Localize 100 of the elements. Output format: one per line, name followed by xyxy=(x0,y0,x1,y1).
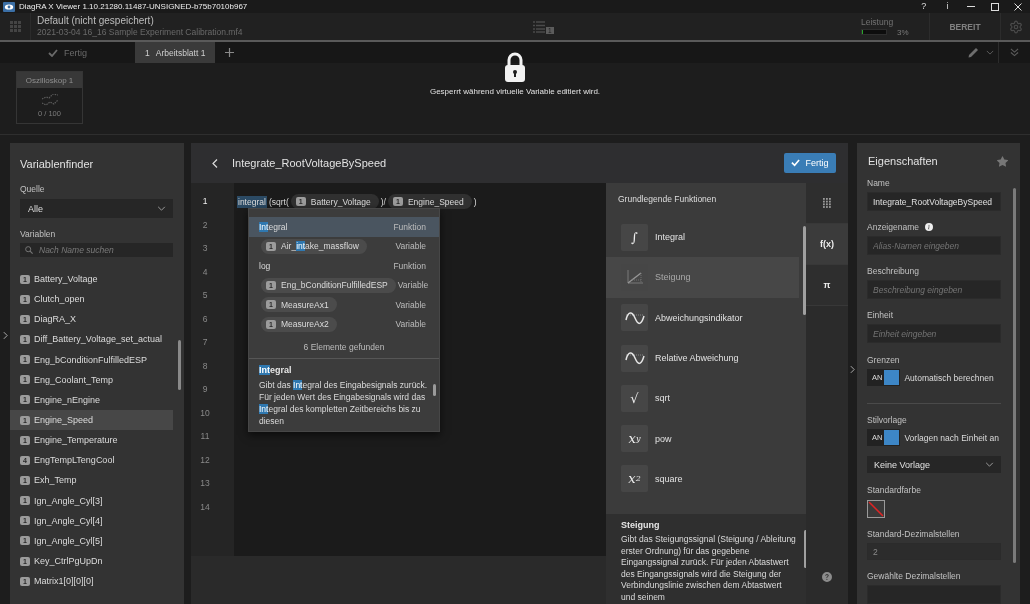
function-item[interactable]: Relative Abweichung xyxy=(606,337,799,379)
variable-name: Eng_bConditionFulfilledESP xyxy=(281,280,388,291)
window-button[interactable]: ? xyxy=(921,1,927,12)
chevron-right-icon[interactable] xyxy=(850,365,855,374)
chevron-right-icon[interactable] xyxy=(2,331,8,340)
chevron-down-icon xyxy=(985,462,994,467)
template-dropdown[interactable]: Keine Vorlage xyxy=(867,456,1001,473)
window-button[interactable]: i xyxy=(946,1,949,12)
line-number: 9 xyxy=(201,383,209,396)
text-field[interactable]: Einheit eingeben xyxy=(867,324,1001,343)
window-title: DiagRA X Viewer 1.10.21280.11487-UNSIGNED-b75b7010b967 xyxy=(19,2,248,11)
toggle-label: Vorlagen nach Einheit an xyxy=(904,432,999,443)
scrollbar-thumb[interactable] xyxy=(1013,188,1016,563)
done-button[interactable]: Fertig xyxy=(784,153,836,173)
help-icon[interactable] xyxy=(822,572,832,582)
line-number: 4 xyxy=(201,265,209,279)
check-icon xyxy=(791,159,801,167)
wave-icon xyxy=(621,304,648,332)
settings-icon[interactable] xyxy=(1008,19,1023,34)
variable-name: MeasureAx2 xyxy=(281,319,329,330)
scrollbar-thumb[interactable] xyxy=(803,226,806,315)
status-label: BEREIT xyxy=(949,21,981,32)
chevron-down-icon xyxy=(157,206,166,211)
variable-name: Battery_Voltage xyxy=(310,196,371,207)
description-title: Steigung xyxy=(621,519,661,531)
close-icon[interactable] xyxy=(1014,2,1023,11)
check-icon xyxy=(48,48,58,57)
code-text: )/ xyxy=(380,195,386,208)
category-tab[interactable]: f(x) xyxy=(806,224,848,265)
function-symbol: x$^{2}$ xyxy=(621,465,648,493)
code-text: (sqrt( xyxy=(268,195,289,208)
line-number: 3 xyxy=(201,242,209,255)
text-field[interactable]: Integrate_RootVoltageBySpeed xyxy=(867,192,1001,211)
scrollbar-thumb[interactable] xyxy=(433,384,436,396)
line-number: 10 xyxy=(199,406,211,420)
function-item[interactable]: Steigung xyxy=(606,257,799,298)
function-item[interactable]: Abweichungsindikator xyxy=(606,297,799,338)
info-icon[interactable] xyxy=(925,223,933,231)
lock-message: Gesperrt während virtuelle Variable editiert wird. xyxy=(429,87,601,96)
description-text: Gibt das Steigungssignal (Steigung / Ableitung erster Ordnung) für das gegebene Eingangssignal zurück. Für jeden Abtastwert des Eingangssignals wird die Steigung der Verbindungslinie zwischen dem Abtastwert und seinem xyxy=(621,534,797,604)
field-label: Anzeigename xyxy=(867,222,919,232)
field-label: Standardfarbe xyxy=(867,485,921,495)
switch-knob[interactable] xyxy=(884,430,900,445)
pencil-icon[interactable] xyxy=(968,47,979,58)
function-item[interactable]: x$^{y}$ pow xyxy=(606,418,799,459)
performance-label: Leistung xyxy=(861,16,895,27)
maximize-icon[interactable] xyxy=(990,2,999,11)
line-number: 5 xyxy=(201,289,209,302)
code-function: integral xyxy=(237,195,267,208)
switch-knob[interactable] xyxy=(884,370,900,385)
scrollbar-thumb[interactable] xyxy=(178,340,181,390)
result-count: 6 Elemente gefunden xyxy=(302,341,386,354)
editor-title: Integrate_RootVoltageBySpeed xyxy=(232,157,387,169)
color-swatch[interactable] xyxy=(867,500,885,518)
suggestion-item[interactable]: log Funktion xyxy=(249,256,439,276)
wave-icon xyxy=(621,344,648,372)
panel-title: Eigenschaften xyxy=(868,155,938,167)
text-field[interactable]: Alias-Namen eingeben xyxy=(867,236,1001,255)
function-item[interactable]: x$^{2}$ square xyxy=(606,458,799,500)
variable-name: MeasureAx1 xyxy=(281,299,329,310)
list-icon[interactable] xyxy=(533,20,545,33)
line-number: 6 xyxy=(201,312,209,326)
line-number: 1 xyxy=(201,195,209,208)
chart-line-icon xyxy=(41,93,58,106)
section-title: Grundlegende Funktionen xyxy=(617,193,718,206)
toggle-label: Automatisch berechnen xyxy=(904,372,994,383)
field-label: Beschreibung xyxy=(867,266,919,276)
search-field[interactable]: Nach Name suchen xyxy=(20,243,173,257)
chevrons-down-icon[interactable] xyxy=(1010,48,1019,57)
field-label: Standard-Dezimalstellen xyxy=(867,529,960,539)
search-icon xyxy=(25,246,33,254)
app-icon xyxy=(3,1,15,12)
line-number: 12 xyxy=(199,453,211,467)
suggestion-item[interactable]: Integral Funktion xyxy=(249,217,439,237)
line-number: 13 xyxy=(199,477,211,490)
field-label: Name xyxy=(867,178,890,188)
panel-title: Variablenfinder xyxy=(20,157,95,171)
line-number: 14 xyxy=(199,500,211,514)
field-label: Einheit xyxy=(867,310,893,320)
worksheet-tab[interactable]: 1 Arbeitsblatt 1 xyxy=(135,42,216,63)
star-icon[interactable] xyxy=(997,155,1008,167)
add-icon[interactable] xyxy=(225,48,235,57)
variable-name: Engine_Speed xyxy=(407,196,464,207)
function-item[interactable]: √ sqrt xyxy=(606,378,799,419)
function-symbol: x$^{y}$ xyxy=(621,425,648,453)
field-label: Grenzen xyxy=(867,355,900,365)
line-number: 2 xyxy=(201,218,209,232)
line-number: 7 xyxy=(201,336,209,349)
function-item[interactable]: ∫ Integral xyxy=(606,217,799,258)
project-name: Default (nicht gespeichert) xyxy=(37,15,155,27)
text-field[interactable]: Beschreibung eingeben xyxy=(867,280,1001,299)
field-label: Variablen xyxy=(20,229,57,239)
keypad-icon xyxy=(823,198,831,208)
back-icon[interactable] xyxy=(212,157,218,169)
description-title: Integral xyxy=(259,364,293,376)
apps-grid-icon[interactable] xyxy=(9,21,21,32)
code-text: ) xyxy=(473,195,477,208)
chevron-down-icon[interactable] xyxy=(986,50,994,55)
source-dropdown[interactable]: Alle xyxy=(20,199,173,218)
card-title: Oszilloskop 1 xyxy=(17,72,82,88)
